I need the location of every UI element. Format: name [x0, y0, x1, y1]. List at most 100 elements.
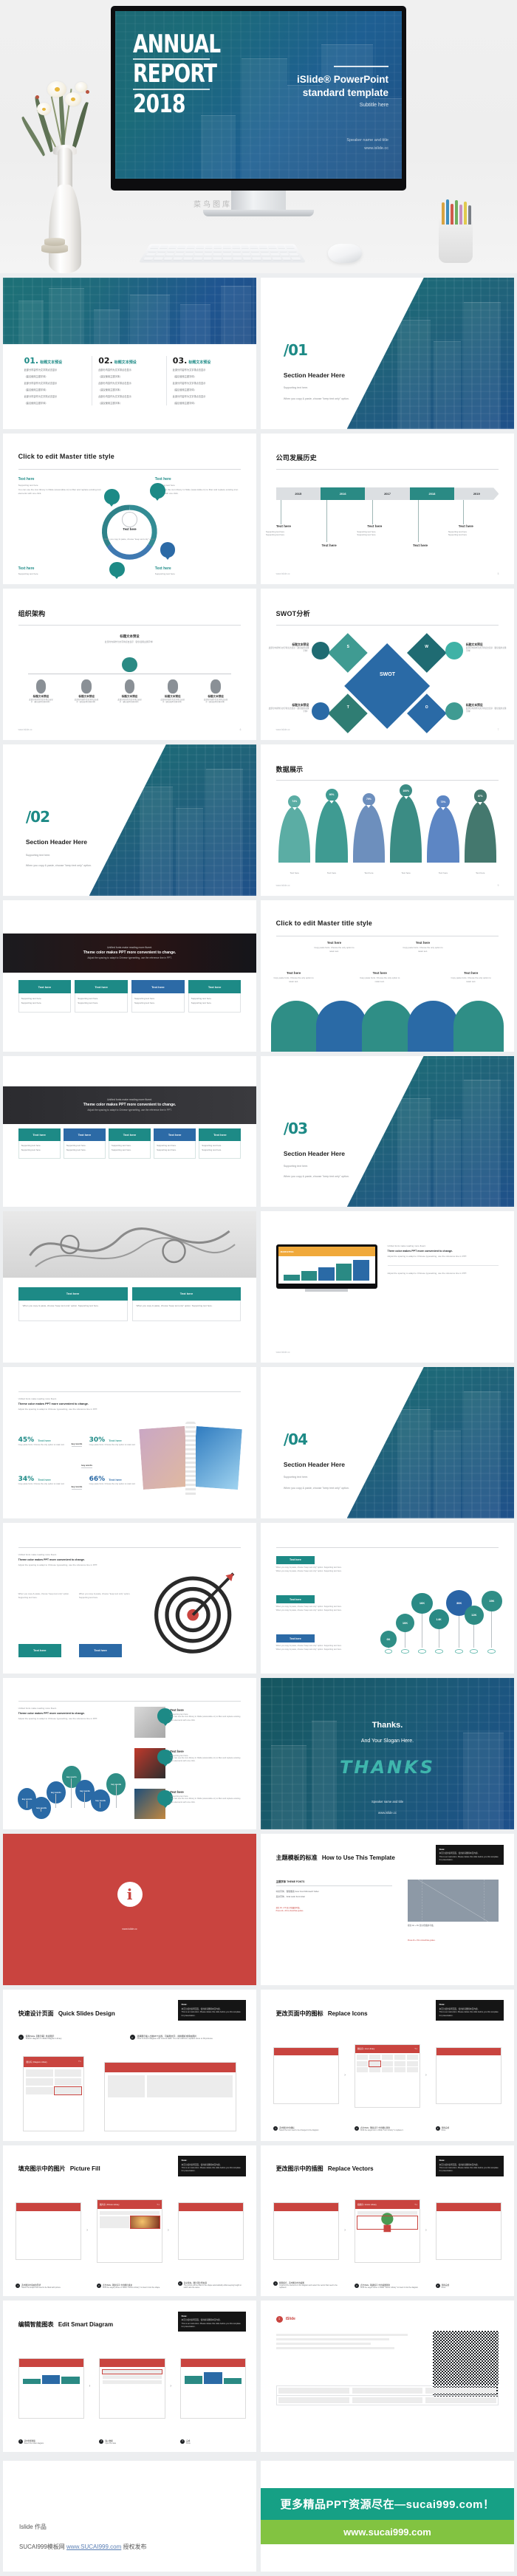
slide-swot[interactable]: SWOT分析 SWOT S W T O 标题文本预设 此部分内容作为文字排点击显… [261, 589, 514, 741]
result-slide-window[interactable] [177, 2202, 244, 2261]
slide-org-chart[interactable]: 组织架构 标题文本预设 此部分内容作为文字排点击显示（建议使用主题字体） 标题文… [3, 589, 256, 741]
source-slide-window[interactable] [273, 2046, 340, 2105]
history-year[interactable]: 2019 [454, 487, 499, 500]
history-year[interactable]: 2015 [275, 487, 321, 500]
icon-library-window[interactable]: 图标库 | Icon Library ? × [354, 2044, 421, 2108]
slide-smart-diagram[interactable]: 编辑智能图表 Edit Smart Diagram Note: 本页为使用说明页… [3, 2301, 256, 2453]
target-button[interactable]: Text here [18, 1643, 61, 1657]
slide-page-number: 5 [497, 572, 499, 576]
note-head: Note: [439, 2158, 445, 2162]
promo-band-primary[interactable]: 更多精品PPT资源尽在—sucai999.com！ [261, 2488, 514, 2521]
slide-percent-stats[interactable]: Unified fonts make reading more fluent. … [3, 1367, 256, 1518]
slide-contents[interactable]: 目录 / CONTENTS 01. 标题文本预设 此部分内容作为文字排点击显示 （… [3, 278, 256, 429]
slide-replace-vectors[interactable]: 更改图示中的插图 Replace Vectors Note: 本页为使用说明页面… [261, 2145, 514, 2297]
keyword-bubbles: key words key words key words key words key … [13, 1748, 126, 1819]
balloon-group-head[interactable]: Text here [275, 1634, 315, 1643]
bell-curve [352, 804, 385, 863]
card[interactable]: Text here Supporting text here. Supporti… [18, 1128, 61, 1159]
slide-preview-window[interactable] [104, 2062, 236, 2132]
slide-picture-fill[interactable]: 填充图示中的图片 Picture Fill Note: 本页为使用说明页面，使用… [3, 2145, 256, 2297]
slide-section-03[interactable]: /03 Section Header Here Supporting text … [261, 1055, 514, 1208]
balloon-node: 16K [411, 1592, 433, 1614]
keyword: key words [81, 1464, 93, 1469]
swot-diamond-s[interactable] [328, 633, 368, 673]
target-button[interactable]: Text here [78, 1643, 123, 1657]
close-icon[interactable]: ? × [414, 2048, 417, 2050]
slide-replace-icons[interactable]: 更改页面中的图标 Replace Icons Note: 本页为使用说明页面，使… [261, 1989, 514, 2141]
org-child-desc: 此部分内容作为文字排点击显示（建议使用主题字体） [117, 698, 142, 704]
balloon-group-head[interactable]: Text here [275, 1595, 315, 1603]
vector-library-window[interactable]: 插图库 | Vector Library ? × [354, 2199, 421, 2264]
picture-library-window[interactable]: 图片库 | Picture Library ? × [96, 2199, 163, 2264]
slide-devices[interactable]: Click to edit Master title style Text he… [261, 900, 514, 1052]
card[interactable]: Text here Supporting text here. Supporti… [18, 980, 72, 1013]
history-year[interactable]: 2017 [365, 487, 410, 500]
slide-section-04[interactable]: /04 Section Header Here Supporting text … [261, 1367, 514, 1518]
banner-line-1: Unified fonts make reading more fluent. [106, 945, 153, 949]
contents-item: 此部分内容作为文字排点击显示 [172, 368, 206, 371]
smart-diagram-window-3[interactable] [180, 2358, 247, 2419]
slide-balloon-chart[interactable]: Text here When you copy & paste, choose … [261, 1522, 514, 1674]
step-number: 1 [18, 2439, 23, 2444]
close-icon[interactable]: ? × [414, 2204, 417, 2206]
panel[interactable]: Text here When you copy & paste, choose … [131, 1287, 242, 1321]
result-slide-window[interactable] [435, 2202, 501, 2261]
contents-column[interactable]: 01. 标题文本预设 此部分内容作为文字排点击显示 （建议使用主题字体） 此部分内… [18, 356, 93, 406]
credit-link[interactable]: www.SUCAI999.com [66, 2544, 121, 2550]
slide-four-cards[interactable]: Unified fonts make reading more fluent. … [3, 900, 256, 1052]
slide-footer: www.islide.cc [275, 727, 290, 731]
card[interactable]: Text here Supporting text here. Supporti… [154, 1128, 196, 1159]
history-year[interactable]: 2018 [409, 487, 455, 500]
slide-marketing-chart[interactable]: MARKETING Unified fonts make reading mor… [261, 1211, 514, 1363]
font-note-en: Press Alt + F9 to show/hide guides. [275, 1909, 304, 1912]
contents-column[interactable]: 03. 标题文本预设 此部分内容作为文字排点击显示 （建议使用主题字体） 此部分内… [167, 356, 242, 405]
slide-section-01[interactable]: /01 Section Header Here Supporting text … [261, 278, 514, 429]
smart-diagram-window-2[interactable] [99, 2358, 165, 2419]
org-child-desc: 此部分内容作为文字排点击显示（建议使用主题字体） [74, 698, 99, 704]
swot-desc: 此部分内容作为文字排点击显示（建议使用主题字体） [268, 708, 309, 713]
panel[interactable]: Text here When you copy & paste, choose … [18, 1287, 128, 1321]
card[interactable]: Text here Supporting text here. Supporti… [63, 1128, 106, 1159]
card[interactable]: Text here Supporting text here. Supporti… [131, 980, 185, 1013]
card[interactable]: Text here Supporting text here. Supporti… [75, 980, 128, 1013]
slide-data-display[interactable]: 数据展示 74% 90% 79% 100% 73% 87% Text here Text h… [261, 744, 514, 896]
contents-column[interactable]: 02. 标题文本预设 此部分内容作为文字排点击显示 （建议使用主题字体） 此部分内… [92, 356, 167, 406]
balloon-group-head[interactable]: Text here [275, 1555, 315, 1564]
source-slide-window[interactable] [16, 2202, 82, 2261]
card[interactable]: Text here Supporting text here. Supporti… [108, 1128, 151, 1159]
card-head: Text here [63, 1128, 106, 1141]
slide-quick-design[interactable]: 快速设计页面 Quick Slides Design Note: 本页为使用说明… [3, 1989, 256, 2141]
card[interactable]: Text here Supporting text here. Supporti… [188, 980, 242, 1013]
close-icon[interactable]: ? × [78, 2061, 81, 2063]
shield-icon [109, 561, 125, 578]
history-year[interactable]: 2016 [320, 487, 366, 500]
slide-two-panel[interactable]: Text here When you copy & paste, choose … [3, 1211, 256, 1363]
slide-section-02[interactable]: /02 Section Header Here Supporting text … [3, 744, 256, 896]
card-head: Text here [154, 1128, 196, 1141]
swot-diamond-w[interactable] [406, 633, 447, 673]
close-icon[interactable]: ? × [157, 2204, 160, 2206]
history-bullet: Supporting text here [265, 532, 285, 536]
promo-band-secondary[interactable]: www.sucai999.com [261, 2520, 514, 2545]
card[interactable]: Text here Supporting text here. Supporti… [199, 1128, 242, 1159]
history-label: Text here [321, 544, 337, 548]
monitor-bezel: ANNUAL REPORT 2018 iSlide® PowerPoint st… [111, 6, 406, 191]
contents-number: 03. [172, 356, 188, 366]
result-slide-window[interactable] [435, 2046, 501, 2105]
balloon-stem [491, 1605, 493, 1648]
source-slide-window[interactable] [273, 2202, 340, 2261]
contents-item: （建议使用主题字体） [98, 374, 123, 378]
section-text-2: When you copy & paste, choose "keep text… [283, 397, 349, 400]
slide-islide-info[interactable]: i iSlide [261, 2301, 514, 2453]
slide-thanks[interactable]: Thanks. And Your Slogan Here. THANKS Spe… [261, 1678, 514, 1830]
slide-keyword-photos[interactable]: Unified fonts make reading more fluent. … [3, 1678, 256, 1830]
slide-company-history[interactable]: 公司发展历史 2015 2016 2017 2018 2019 Text her… [261, 433, 514, 585]
slide-target[interactable]: Unified fonts make reading more fluent. … [3, 1522, 256, 1674]
smart-diagram-window-1[interactable] [18, 2358, 84, 2419]
slide-how-to-use[interactable]: 主题模板的标准 How to Use This Template Note: 本… [261, 1834, 514, 1985]
slide-five-cards[interactable]: Unified fonts make reading more fluent. … [3, 1055, 256, 1208]
slide-red-logo[interactable]: i www.islide.cc [3, 1834, 256, 1985]
section-text-1: Supporting text here. [283, 1476, 309, 1479]
diagram-library-window[interactable]: 图示库 | Diagram Library ? × [23, 2055, 84, 2132]
slide-cycle-diagram[interactable]: Click to edit Master title style Text he… [3, 433, 256, 585]
